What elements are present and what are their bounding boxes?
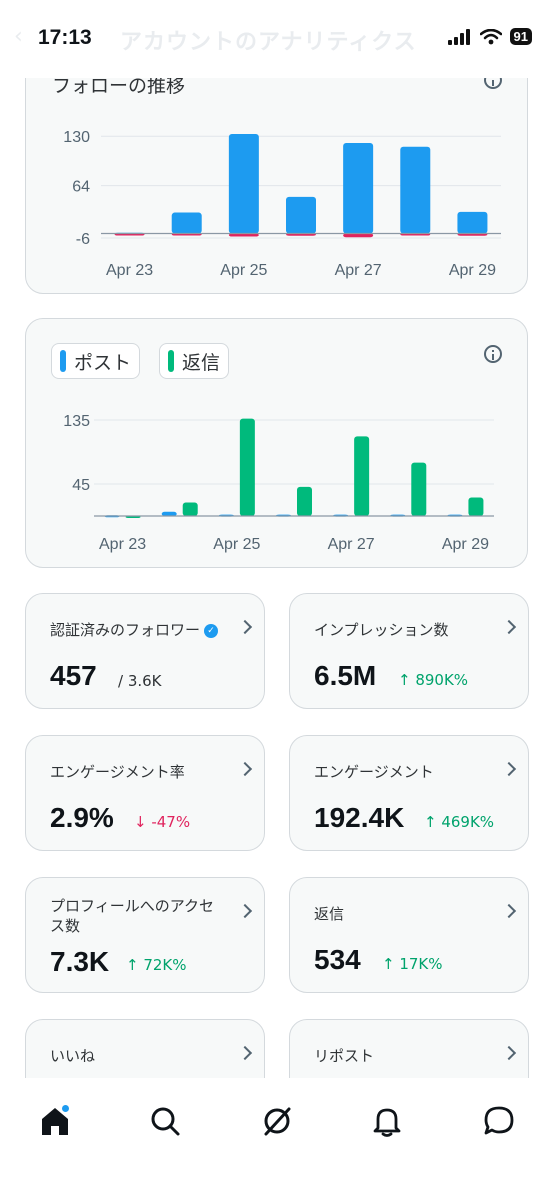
stat-delta: ↓ -47%	[134, 813, 191, 831]
stat-profile-visits[interactable]: プロフィールへのアクセス数 7.3K ↑ 72K%	[25, 877, 265, 993]
stat-likes[interactable]: いいね	[25, 1019, 265, 1078]
chevron-right-icon	[501, 619, 517, 635]
battery-indicator: 91	[509, 28, 532, 45]
chart-bar	[400, 146, 431, 234]
stat-delta: ↑ 890K%	[398, 671, 469, 689]
status-icons: 91	[447, 28, 532, 45]
stat-label: エンゲージメント	[314, 763, 434, 781]
x-tick-label: Apr 27	[335, 262, 382, 279]
stat-label: エンゲージメント率	[50, 763, 185, 781]
analytics-scroll-area[interactable]: フォローの推移 130 64 -6 Apr 23 Apr 25 Apr 27 Apr 29 …	[0, 0, 554, 1078]
stat-label: 返信	[314, 905, 345, 923]
stat-impressions[interactable]: インプレッション数 6.5M ↑ 890K%	[289, 593, 529, 709]
stat-label-wrap: 認証済みのフォロワー ✓	[50, 620, 226, 640]
chart-bar	[161, 511, 177, 516]
chart-bar	[354, 436, 370, 516]
stat-reposts[interactable]: リポスト	[289, 1019, 529, 1078]
stat-total: / 3.6K	[118, 672, 162, 690]
chart-bar	[286, 196, 316, 234]
status-time: 17:13	[38, 26, 92, 49]
wifi-icon	[479, 28, 502, 44]
notification-dot	[61, 1104, 70, 1113]
stat-value: 457	[50, 660, 97, 691]
chevron-right-icon	[501, 1045, 517, 1061]
chevron-right-icon	[501, 903, 517, 919]
posts-chart: 135 45 Apr 23 Apr 25 Apr 27 Apr 29	[63, 413, 494, 553]
x-tick-label: Apr 25	[213, 536, 260, 553]
chevron-right-icon	[237, 761, 253, 777]
stat-delta: ↑ 469K%	[424, 813, 495, 831]
stat-label: いいね	[50, 1047, 96, 1065]
chart-bar	[411, 462, 427, 516]
tab-notifications[interactable]	[362, 1096, 412, 1146]
chart-bar	[182, 502, 198, 516]
stat-engagement-rate[interactable]: エンゲージメント率 2.9% ↓ -47%	[25, 735, 265, 851]
verified-badge-icon: ✓	[204, 623, 219, 638]
chevron-right-icon	[237, 619, 253, 635]
chart-bar	[228, 134, 259, 234]
stat-label: 認証済みのフォロワー	[50, 621, 201, 639]
page-title: アカウントのアナリティクス	[120, 30, 417, 55]
bottom-tab-bar	[0, 1078, 554, 1200]
x-tick-label: Apr 29	[449, 262, 496, 279]
x-tick-label: Apr 25	[220, 262, 267, 279]
y-tick-label: 135	[63, 413, 90, 430]
chart-bar	[239, 418, 255, 516]
x-tick-label: Apr 23	[99, 536, 146, 553]
tab-home[interactable]	[30, 1096, 80, 1146]
stat-value: 6.5M	[314, 660, 377, 691]
stat-delta: ↑ 17K%	[382, 955, 443, 973]
status-bar: ‹ アカウントのアナリティクス 17:13 91	[0, 0, 554, 78]
y-tick-label: 45	[72, 477, 90, 494]
x-tick-label: Apr 29	[442, 536, 489, 553]
posts-chart-card: ポスト 返信 135 45 Apr 23 Apr 25 Apr 27 Apr 29	[25, 318, 528, 568]
chart-bar	[468, 497, 484, 516]
chart-bar	[297, 486, 312, 516]
x-tick-label: Apr 23	[106, 262, 153, 279]
chart-bar	[457, 211, 488, 234]
stat-engagements[interactable]: エンゲージメント 192.4K ↑ 469K%	[289, 735, 529, 851]
chevron-right-icon	[237, 1045, 253, 1061]
y-tick-label: -6	[76, 231, 90, 248]
follows-chart: 130 64 -6 Apr 23 Apr 25 Apr 27 Apr 29	[63, 129, 501, 279]
stat-label: プロフィールへのアクセス数	[50, 897, 214, 936]
stat-replies[interactable]: 返信 534 ↑ 17K%	[289, 877, 529, 993]
chart-bar	[171, 212, 202, 234]
back-arrow-icon[interactable]: ‹	[14, 24, 23, 49]
stat-delta: ↑ 72K%	[126, 956, 187, 974]
cellular-signal-icon	[447, 28, 470, 45]
tab-search[interactable]	[140, 1096, 190, 1146]
x-tick-label: Apr 27	[328, 536, 375, 553]
stat-verified-followers[interactable]: 認証済みのフォロワー ✓ 457 / 3.6K	[25, 593, 265, 709]
tab-messages[interactable]	[474, 1096, 524, 1146]
bell-icon	[373, 1108, 401, 1137]
chevron-right-icon	[237, 903, 253, 919]
search-icon	[151, 1107, 180, 1136]
y-tick-label: 130	[63, 129, 90, 146]
stat-value: 192.4K	[314, 802, 405, 833]
follows-chart-card: フォローの推移 130 64 -6 Apr 23 Apr 25 Apr 27 Apr 29	[25, 40, 528, 294]
tab-grok[interactable]	[252, 1096, 302, 1146]
grok-icon	[264, 1107, 291, 1136]
stat-value: 2.9%	[50, 802, 114, 833]
chart-bar	[343, 142, 374, 234]
stat-value: 534	[314, 944, 361, 975]
chevron-right-icon	[501, 761, 517, 777]
stat-label: リポスト	[314, 1047, 375, 1065]
stat-value: 7.3K	[50, 946, 110, 977]
y-tick-label: 64	[72, 179, 90, 196]
stat-label: インプレッション数	[314, 621, 449, 639]
messages-icon	[484, 1106, 514, 1135]
